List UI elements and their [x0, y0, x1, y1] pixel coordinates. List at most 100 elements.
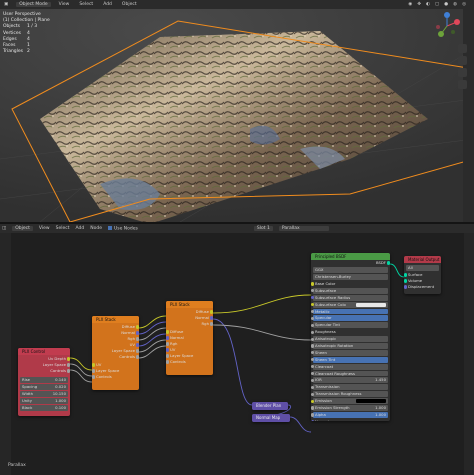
shading-solid-icon[interactable]: ● — [444, 2, 448, 7]
socket-icon[interactable] — [209, 322, 213, 326]
bsdf-input-row[interactable]: Subsurface — [311, 287, 388, 294]
menu-select[interactable]: Select — [77, 2, 95, 7]
bsdf-input-row[interactable]: Normal — [311, 419, 388, 421]
shading-rendered-icon[interactable]: ◎ — [462, 2, 466, 7]
value-field[interactable]: Black 0.100 — [20, 405, 68, 411]
socket-icon[interactable] — [311, 365, 315, 369]
bsdf-input-row[interactable]: IOR 1.450 — [311, 377, 388, 384]
socket-icon[interactable] — [166, 360, 170, 364]
bsdf-input-row[interactable]: Anisotropic — [311, 336, 388, 343]
socket-icon[interactable] — [404, 279, 408, 283]
bsdf-input-row[interactable]: Clearcoat — [311, 363, 388, 370]
node-editor-type-icon[interactable]: ◫ — [2, 226, 6, 231]
zoom-icon[interactable] — [458, 44, 467, 53]
gizmo-toggle-icon[interactable]: ✥ — [417, 2, 421, 7]
menu-node[interactable]: Node — [90, 226, 102, 231]
socket-icon[interactable] — [166, 336, 170, 340]
visibility-icon[interactable]: ◉ — [408, 2, 412, 7]
xray-icon[interactable]: ▢ — [435, 2, 439, 7]
node-normal-mix[interactable]: Blender Plan — [252, 402, 288, 410]
socket-icon[interactable] — [311, 303, 315, 307]
bsdf-input-row[interactable]: Specular Tint — [311, 322, 388, 329]
bsdf-input-row[interactable]: Emission — [311, 398, 388, 405]
socket-icon[interactable] — [311, 420, 315, 421]
socket-icon[interactable] — [311, 351, 315, 355]
node-principled-bsdf[interactable]: Principled BSDF BSDF GGX Christensen-Bur… — [311, 253, 390, 421]
socket-icon[interactable] — [135, 331, 139, 335]
socket-icon[interactable] — [311, 330, 315, 334]
socket-icon[interactable] — [311, 296, 315, 300]
value-field[interactable]: Rise 0.140 — [20, 377, 68, 383]
shading-material-icon[interactable]: ◍ — [453, 2, 457, 7]
socket-icon[interactable] — [311, 358, 315, 362]
node-editor-canvas[interactable] — [0, 233, 474, 475]
bsdf-input-row[interactable]: Transmission — [311, 384, 388, 391]
value-field[interactable]: Spacing 0.020 — [20, 384, 68, 390]
node-plx-control[interactable]: PLX Control Uv Depth Layer Space Control… — [18, 348, 70, 416]
3d-viewport[interactable]: ▣ Object Mode View Select Add Object ◉ ✥… — [0, 0, 474, 222]
menu-view[interactable]: View — [57, 2, 72, 7]
socket-icon[interactable] — [404, 273, 408, 277]
socket-icon[interactable] — [135, 355, 139, 359]
socket-icon[interactable] — [311, 413, 315, 417]
bsdf-input-row[interactable]: Base Color — [311, 281, 388, 287]
socket-icon[interactable] — [135, 325, 139, 329]
socket-icon[interactable] — [66, 369, 70, 373]
socket-icon[interactable] — [386, 261, 390, 265]
socket-icon[interactable] — [92, 369, 96, 373]
target-select[interactable]: All — [406, 265, 439, 271]
overlay-icon[interactable]: ◐ — [426, 2, 430, 7]
socket-icon[interactable] — [311, 289, 315, 293]
bsdf-input-row[interactable]: Emission Strength 1.000 — [311, 405, 388, 411]
bsdf-input-row[interactable]: Specular — [311, 315, 388, 322]
value-field[interactable]: Unity 1.000 — [20, 398, 68, 404]
menu-object[interactable]: Object — [120, 2, 139, 7]
socket-icon[interactable] — [311, 406, 315, 410]
node-material-output[interactable]: Material Output All Surface Volume Displ… — [404, 256, 441, 294]
socket-icon[interactable] — [404, 285, 408, 289]
socket-icon[interactable] — [311, 399, 315, 403]
bsdf-input-row[interactable]: Subsurface Radius — [311, 294, 388, 301]
perspective-icon[interactable] — [458, 80, 467, 89]
socket-icon[interactable] — [66, 363, 70, 367]
node-normal-map[interactable]: Normal Map — [252, 414, 290, 422]
socket-icon[interactable] — [311, 282, 315, 286]
pan-icon[interactable] — [458, 56, 467, 65]
socket-icon[interactable] — [66, 357, 70, 361]
color-swatch[interactable] — [356, 302, 386, 307]
socket-icon[interactable] — [166, 348, 170, 352]
navigation-gizmo[interactable] — [433, 12, 461, 40]
material-select[interactable]: Parallax — [278, 226, 329, 231]
node-plx-stack[interactable]: PLX Stack Diffuse Normal Rgh UV Layer Sp… — [92, 316, 139, 390]
socket-icon[interactable] — [311, 378, 315, 383]
value-field[interactable]: Width 10.150 — [20, 391, 68, 397]
slot-select[interactable]: Slot 1 — [253, 226, 273, 231]
socket-icon[interactable] — [135, 349, 139, 353]
socket-icon[interactable] — [166, 342, 170, 346]
socket-icon[interactable] — [311, 316, 315, 321]
bsdf-input-row[interactable]: Sheen — [311, 349, 388, 356]
menu-add[interactable]: Add — [76, 226, 85, 231]
use-nodes-toggle[interactable]: Use Nodes — [107, 225, 138, 231]
menu-select[interactable]: Select — [56, 226, 70, 231]
color-swatch[interactable] — [356, 399, 386, 404]
camera-icon[interactable] — [458, 68, 467, 77]
bsdf-input-row[interactable]: Transmission Roughness — [311, 391, 388, 398]
bsdf-input-row[interactable]: Anisotropic Rotation — [311, 343, 388, 349]
socket-icon[interactable] — [311, 309, 315, 314]
socket-icon[interactable] — [311, 385, 315, 389]
socket-icon[interactable] — [166, 330, 170, 334]
bsdf-input-row[interactable]: Metallic — [311, 308, 388, 315]
menu-add[interactable]: Add — [101, 2, 114, 7]
socket-icon[interactable] — [209, 310, 213, 314]
socket-icon[interactable] — [311, 392, 315, 396]
bsdf-input-row[interactable]: Sheen Tint — [311, 356, 388, 363]
menu-view[interactable]: View — [39, 226, 50, 231]
bsdf-input-row[interactable]: Subsurface Colo — [311, 301, 388, 308]
object-select[interactable]: Object — [12, 226, 33, 231]
socket-icon[interactable] — [135, 343, 139, 347]
socket-icon[interactable] — [166, 354, 170, 358]
socket-icon[interactable] — [135, 337, 139, 341]
socket-icon[interactable] — [92, 375, 96, 379]
socket-icon[interactable] — [311, 323, 315, 327]
